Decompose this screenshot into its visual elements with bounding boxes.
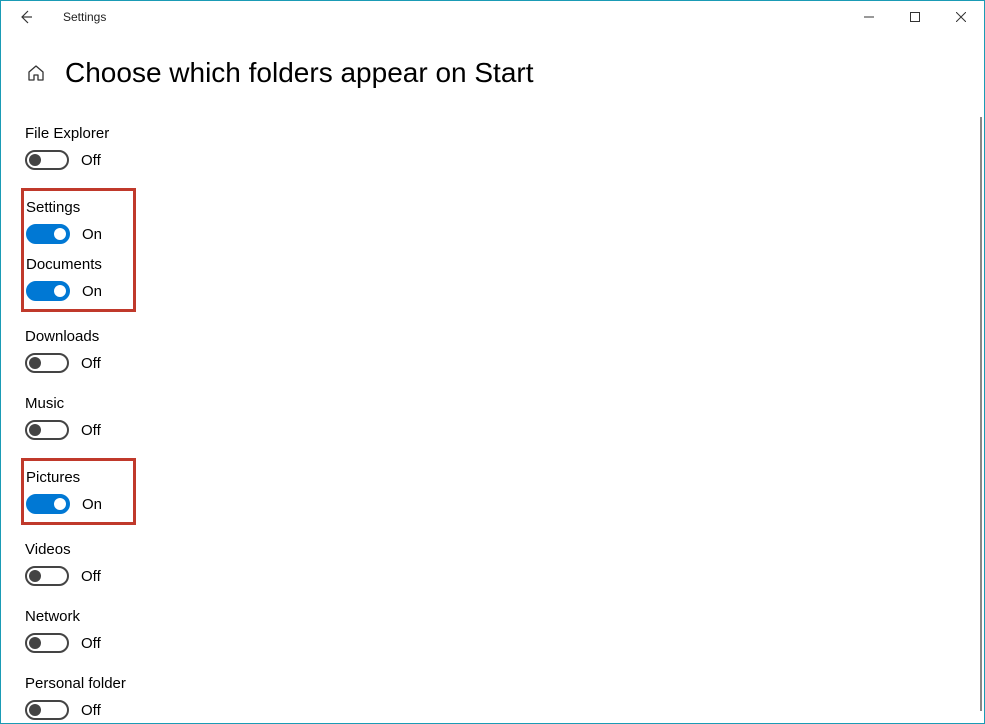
home-icon: [26, 63, 46, 83]
toggle-music[interactable]: [25, 420, 69, 440]
close-button[interactable]: [938, 1, 984, 33]
toggle-state: Off: [81, 568, 101, 585]
toggle-state: On: [82, 496, 102, 513]
setting-label: Network: [25, 608, 960, 625]
setting-videos: Videos Off: [25, 537, 960, 588]
toggle-state: Off: [81, 635, 101, 652]
setting-downloads: Downloads Off: [25, 324, 960, 375]
setting-label: File Explorer: [25, 125, 960, 142]
toggle-state: On: [82, 283, 102, 300]
toggle-state: Off: [81, 152, 101, 169]
highlight-box-2: Pictures On: [21, 458, 136, 525]
arrow-left-icon: [18, 9, 34, 25]
setting-label: Music: [25, 395, 960, 412]
setting-label: Pictures: [26, 469, 127, 486]
toggle-file-explorer[interactable]: [25, 150, 69, 170]
minimize-button[interactable]: [846, 1, 892, 33]
setting-music: Music Off: [25, 391, 960, 442]
back-button[interactable]: [9, 1, 43, 33]
maximize-icon: [910, 12, 920, 22]
toggle-documents[interactable]: [26, 281, 70, 301]
page-title: Choose which folders appear on Start: [65, 57, 534, 89]
minimize-icon: [864, 12, 874, 22]
page-header: Choose which folders appear on Start: [25, 57, 960, 89]
setting-documents: Documents On: [26, 252, 127, 303]
setting-label: Videos: [25, 541, 960, 558]
setting-file-explorer: File Explorer Off: [25, 121, 960, 172]
setting-personal-folder: Personal folder Off: [25, 671, 960, 722]
setting-pictures: Pictures On: [26, 465, 127, 516]
toggle-network[interactable]: [25, 633, 69, 653]
setting-label: Documents: [26, 256, 127, 273]
window-controls: [846, 1, 984, 33]
window-title: Settings: [63, 10, 106, 24]
scrollbar[interactable]: [980, 117, 982, 711]
setting-label: Downloads: [25, 328, 960, 345]
toggle-downloads[interactable]: [25, 353, 69, 373]
highlight-box-1: Settings On Documents On: [21, 188, 136, 312]
toggle-videos[interactable]: [25, 566, 69, 586]
close-icon: [956, 12, 966, 22]
toggle-settings[interactable]: [26, 224, 70, 244]
toggle-state: Off: [81, 702, 101, 719]
setting-label: Settings: [26, 199, 127, 216]
toggle-state: Off: [81, 355, 101, 372]
maximize-button[interactable]: [892, 1, 938, 33]
toggle-state: Off: [81, 422, 101, 439]
toggle-state: On: [82, 226, 102, 243]
content-area: Choose which folders appear on Start Fil…: [1, 33, 984, 723]
toggle-personal-folder[interactable]: [25, 700, 69, 720]
toggle-pictures[interactable]: [26, 494, 70, 514]
setting-label: Personal folder: [25, 675, 960, 692]
home-button[interactable]: [25, 62, 47, 84]
setting-settings: Settings On: [26, 195, 127, 246]
titlebar: Settings: [1, 1, 984, 33]
setting-network: Network Off: [25, 604, 960, 655]
